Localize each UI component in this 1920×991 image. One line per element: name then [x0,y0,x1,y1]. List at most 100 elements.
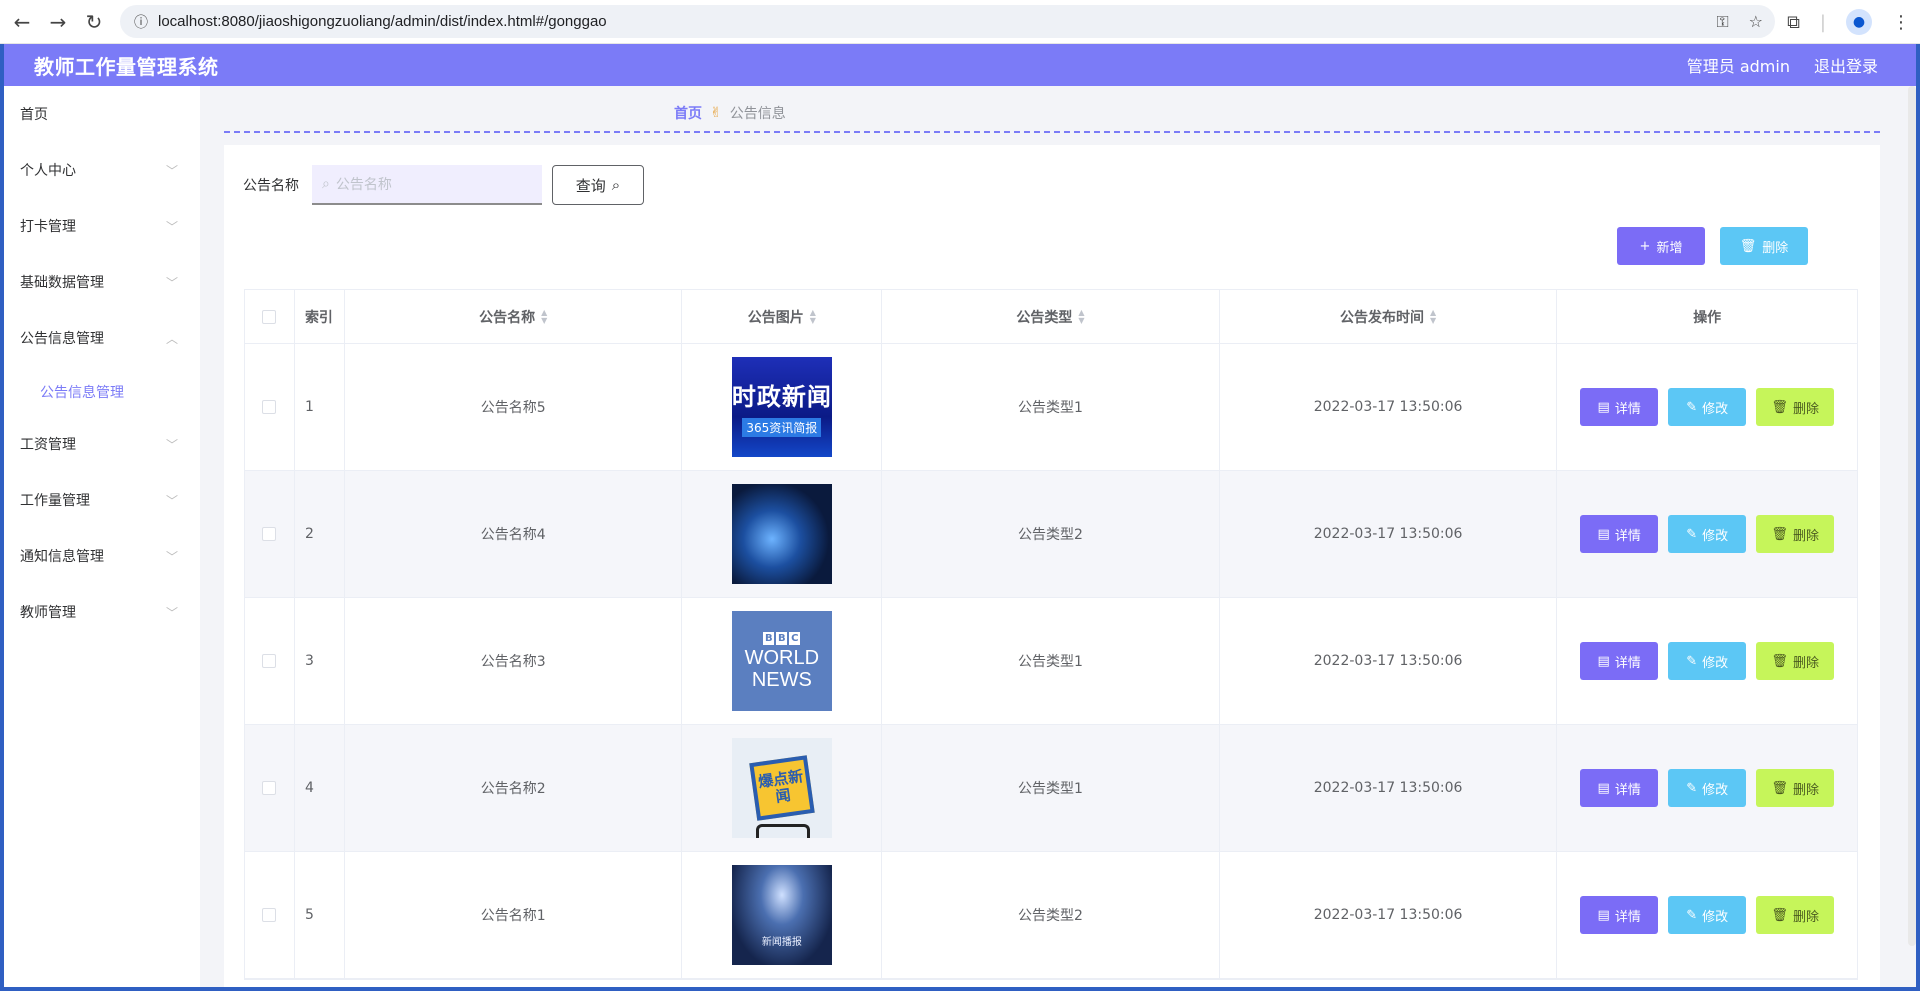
add-button-label: 新增 [1656,240,1683,256]
header-type[interactable]: 公告类型 ▲ ▼ [882,290,1220,343]
notice-image[interactable]: 新闻播报 [731,865,832,965]
page-scrollbar[interactable] [1908,86,1916,946]
row-ops: ▤ 详情 ✎ 修改 🗑 删除 [1557,471,1857,597]
table-row: 2 公告名称4 公告类型2 2022-03-17 13:50:06 ▤ 详情 ✎ 修… [245,471,1857,598]
detail-button[interactable]: ▤ 详情 [1580,642,1659,680]
notice-table: 索引 公告名称 ▲ ▼ 公告图片 ▲ ▼ 公告类型 ▲ ▼ 公告发布时间 ▲ ▼ 操作 1 公告… [244,289,1858,980]
row-time: 2022-03-17 13:50:06 [1220,344,1558,470]
row-type: 公告类型2 [882,852,1220,978]
breadcrumb-home[interactable]: 首页 [674,103,702,123]
checkbox[interactable] [262,527,277,541]
forward-icon[interactable]: → [40,4,76,40]
checkbox[interactable] [262,781,277,795]
password-key-icon[interactable]: ⚿ [1716,12,1728,32]
notice-image-text: 时政新闻 [731,383,832,411]
sort-icon[interactable]: ▲ ▼ [1430,308,1436,325]
row-type: 公告类型1 [882,598,1220,724]
sidebar-item-notification[interactable]: 通知信息管理 ﹀ [4,528,200,584]
sidebar-item-workload[interactable]: 工作量管理 ﹀ [4,472,200,528]
row-name: 公告名称5 [345,344,683,470]
add-button[interactable]: + 新增 [1617,227,1705,265]
row-checkbox-cell [245,598,295,724]
delete-button[interactable]: 🗑 删除 [1756,388,1835,426]
edit-button[interactable]: ✎ 修改 [1668,642,1747,680]
logout-link[interactable]: 退出登录 [1814,53,1878,77]
sidebar-subitem-notice-management[interactable]: 公告信息管理 [4,364,200,420]
notice-image[interactable]: BBC WORLD NEWS [731,611,832,711]
edit-button[interactable]: ✎ 修改 [1668,769,1747,807]
bookmark-star-icon[interactable]: ☆ [1749,12,1763,31]
document-icon: ▤ [1597,526,1610,542]
sidebar-item-label: 公告信息管理 [20,331,104,347]
detail-button[interactable]: ▤ 详情 [1580,515,1659,553]
detail-button[interactable]: ▤ 详情 [1580,388,1659,426]
detail-button[interactable]: ▤ 详情 [1580,896,1659,934]
notice-image[interactable]: 爆点新闻 [731,738,832,838]
row-index: 4 [295,725,345,851]
bbc-logo: BBC [763,631,801,645]
edit-button[interactable]: ✎ 修改 [1668,388,1747,426]
delete-button[interactable]: 🗑 删除 [1756,769,1835,807]
sidebar-item-teacher[interactable]: 教师管理 ﹀ [4,584,200,640]
trash-icon: 🗑 [1771,399,1788,415]
header-time[interactable]: 公告发布时间 ▲ ▼ [1220,290,1558,343]
chevron-down-icon: ﹀ [165,493,178,508]
sidebar-item-notice-management[interactable]: 公告信息管理 ︿ [4,310,200,366]
sort-icon[interactable]: ▲ ▼ [541,308,547,325]
checkbox[interactable] [262,654,277,668]
edit-button[interactable]: ✎ 修改 [1668,896,1747,934]
notice-image-text: 爆点新闻 [749,755,815,821]
search-placeholder: 公告名称 [335,177,392,193]
edit-button[interactable]: ✎ 修改 [1668,515,1747,553]
sidebar-item-label: 通知信息管理 [20,549,104,565]
batch-delete-button[interactable]: 🗑 删除 [1720,227,1808,265]
header-select-all[interactable] [245,290,295,343]
address-bar[interactable]: ⓘ localhost:8080/jiaoshigongzuoliang/adm… [120,5,1775,38]
query-button[interactable]: 查询 ⌕ [552,165,644,205]
app-title: 教师工作量管理系统 [34,54,219,79]
sort-icon[interactable]: ▲ ▼ [810,308,816,325]
header-time-label: 公告发布时间 [1340,309,1424,326]
header-name[interactable]: 公告名称 ▲ ▼ [345,290,683,343]
sidebar-item-basic-data[interactable]: 基础数据管理 ﹀ [4,254,200,310]
trash-icon: 🗑 [1771,780,1788,796]
extensions-icon[interactable]: ⧉ [1787,12,1800,33]
delete-button[interactable]: 🗑 删除 [1756,515,1835,553]
header-name-label: 公告名称 [479,309,536,326]
row-checkbox-cell [245,471,295,597]
edit-label: 修改 [1702,782,1729,798]
search-input[interactable]: ⌕ 公告名称 [312,165,542,205]
sidebar-item-checkin[interactable]: 打卡管理 ﹀ [4,198,200,254]
header-type-label: 公告类型 [1016,309,1073,326]
breadcrumb-separator-icon: ✌ [710,105,722,121]
checkbox[interactable] [262,309,277,324]
more-menu-icon[interactable]: ⋮ [1892,12,1910,33]
reload-icon[interactable]: ↻ [76,4,112,40]
browser-toolbar: ← → ↻ ⓘ localhost:8080/jiaoshigongzuolia… [0,0,1920,44]
row-type: 公告类型1 [882,725,1220,851]
chevron-down-icon: ﹀ [165,163,178,178]
notice-image[interactable] [731,484,832,584]
sidebar-item-home[interactable]: 首页 [4,86,200,142]
delete-label: 删除 [1792,909,1819,925]
phone-shape [755,824,810,838]
back-icon[interactable]: ← [4,4,40,40]
delete-button[interactable]: 🗑 删除 [1756,642,1835,680]
pencil-icon: ✎ [1686,526,1698,542]
delete-label: 删除 [1792,655,1819,671]
profile-avatar-icon[interactable]: ● [1846,9,1872,35]
row-name: 公告名称1 [345,852,683,978]
sidebar-item-salary[interactable]: 工资管理 ﹀ [4,416,200,472]
checkbox[interactable] [262,908,277,922]
detail-button[interactable]: ▤ 详情 [1580,769,1659,807]
trash-icon: 🗑 [1771,907,1788,923]
checkbox[interactable] [262,400,277,414]
sidebar-item-personal-center[interactable]: 个人中心 ﹀ [4,142,200,198]
notice-image[interactable]: 时政新闻 365资讯简报 [731,357,832,457]
delete-button[interactable]: 🗑 删除 [1756,896,1835,934]
url-text: localhost:8080/jiaoshigongzuoliang/admin… [158,13,607,30]
document-icon: ▤ [1597,399,1610,415]
sort-icon[interactable]: ▲ ▼ [1078,308,1084,325]
header-image[interactable]: 公告图片 ▲ ▼ [682,290,883,343]
site-info-icon[interactable]: ⓘ [124,12,158,32]
